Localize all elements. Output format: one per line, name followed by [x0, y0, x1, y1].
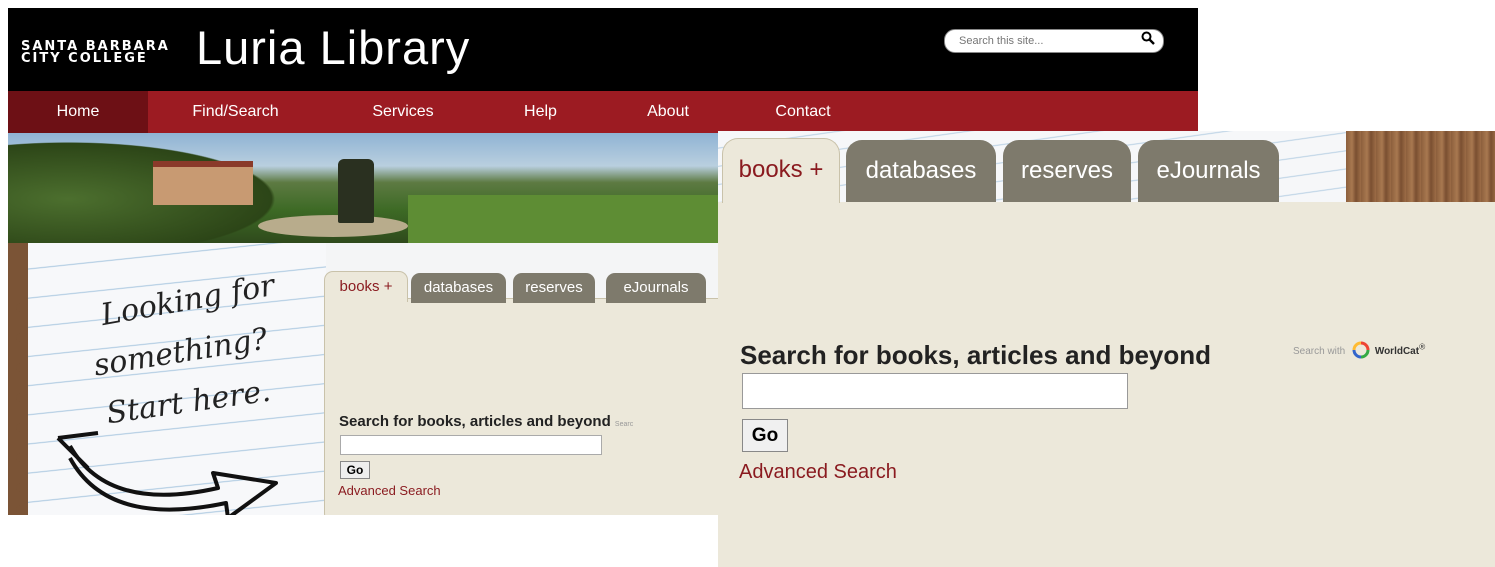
nav-help[interactable]: Help: [503, 91, 578, 133]
mini-search-heading-text: Search for books, articles and beyond: [339, 413, 611, 430]
binder-hole: [16, 333, 28, 342]
mini-search-heading: Search for books, articles and beyond Se…: [339, 413, 633, 430]
worldcat-name: WorldCat: [1374, 346, 1420, 357]
nav-find-search[interactable]: Find/Search: [168, 91, 303, 133]
search-input[interactable]: [742, 373, 1128, 409]
mini-advanced-search-link[interactable]: Advanced Search: [338, 483, 441, 498]
zoomed-search-widget: books + databases reserves eJournals Sea…: [718, 131, 1495, 567]
college-name-line2: CITY COLLEGE: [21, 51, 148, 66]
site-search-box[interactable]: [944, 29, 1164, 53]
worldcat-globe-icon: [1352, 341, 1370, 359]
advanced-search-link[interactable]: Advanced Search: [739, 461, 897, 484]
site-search-input[interactable]: [957, 32, 1131, 50]
banner-lawn: [408, 195, 728, 243]
library-title[interactable]: Luria Library: [196, 20, 470, 75]
mini-tab-databases[interactable]: databases: [411, 273, 506, 303]
notebook-graphic: Looking for something? Start here.: [8, 243, 326, 515]
mini-go-button[interactable]: Go: [340, 461, 370, 479]
mini-search-widget: books + databases reserves eJournals Sea…: [324, 271, 746, 515]
binder-hole: [16, 423, 28, 432]
mini-worldcat-label: Searc: [614, 421, 634, 428]
worldcat-label: Search with: [1293, 346, 1346, 357]
binder-hole: [16, 453, 28, 462]
magnifier-icon[interactable]: [1141, 31, 1155, 48]
tab-books[interactable]: books +: [722, 138, 840, 203]
nav-services[interactable]: Services: [348, 91, 458, 133]
binder-hole: [16, 483, 28, 492]
banner-path: [258, 215, 408, 237]
mini-tab-books[interactable]: books +: [324, 271, 408, 302]
site-header: SANTA BARBARA CITY COLLEGE Luria Library: [8, 8, 1198, 91]
mini-search-input[interactable]: [340, 435, 602, 455]
tab-ejournals[interactable]: eJournals: [1138, 140, 1279, 202]
curved-arrow-icon: [48, 418, 288, 515]
go-button[interactable]: Go: [742, 419, 788, 452]
binder-hole: [16, 303, 28, 312]
binder-hole: [16, 393, 28, 402]
nav-home[interactable]: Home: [8, 91, 148, 133]
main-nav: Home Find/Search Services Help About Con…: [8, 91, 1198, 133]
mini-tab-reserves[interactable]: reserves: [513, 273, 595, 303]
worldcat-registered-mark: ®: [1419, 341, 1426, 352]
tab-databases[interactable]: databases: [846, 140, 996, 202]
binder-hole: [16, 363, 28, 372]
handwritten-line2: something?: [91, 321, 270, 384]
banner-building: [153, 161, 253, 205]
wood-texture: [1346, 131, 1495, 202]
college-logo[interactable]: SANTA BARBARA CITY COLLEGE: [21, 40, 170, 66]
search-heading: Search for books, articles and beyond: [740, 340, 1212, 370]
mini-tab-ejournals[interactable]: eJournals: [606, 273, 706, 303]
banner-sculpture: [338, 159, 374, 223]
tab-reserves[interactable]: reserves: [1003, 140, 1131, 202]
binder-hole: [16, 505, 28, 514]
nav-contact[interactable]: Contact: [758, 91, 848, 133]
worldcat-badge[interactable]: Search with WorldCat®: [1293, 341, 1425, 359]
nav-about[interactable]: About: [628, 91, 708, 133]
notebook-wood-edge: [8, 243, 28, 515]
